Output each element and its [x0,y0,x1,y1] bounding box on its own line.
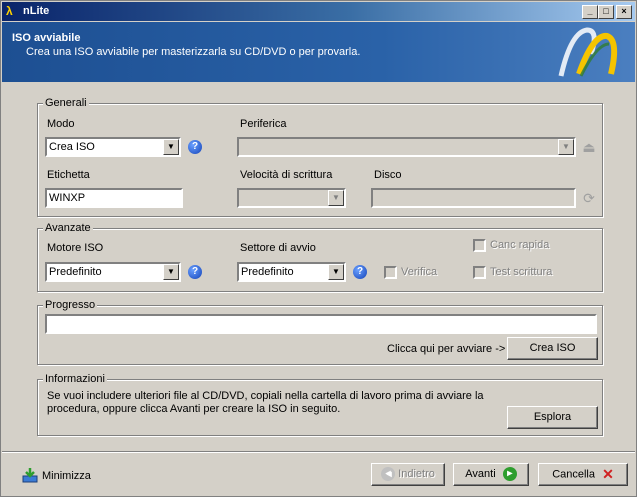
refresh-icon[interactable]: ⟳ [581,190,597,206]
back-button[interactable]: ◂ Indietro [371,463,445,486]
informazioni-legend: Informazioni [43,373,107,385]
test-scrittura-label: Test scrittura [490,266,553,278]
next-label: Avanti [465,468,496,480]
minimize-tray-icon [22,468,38,483]
window-title: nLite [23,5,50,17]
info-text: Se vuoi includere ulteriori file al CD/D… [47,390,484,415]
back-arrow-icon: ◂ [381,467,396,482]
etichetta-input[interactable]: WINXP [45,188,183,208]
close-window-button[interactable]: × [616,5,632,19]
nlite-logo [558,27,618,77]
cancel-label: Cancella [552,468,595,481]
esplora-button[interactable]: Esplora [507,406,598,429]
settore-avvio-value: Predefinito [241,266,294,278]
app-icon: λ [6,4,13,18]
disco-field [371,188,576,208]
periferica-select[interactable]: ▼ [237,137,576,157]
velocita-select[interactable]: ▼ [237,188,346,208]
cancel-button[interactable]: Cancella ✕ [538,463,628,486]
title-bar: λ nLite _ □ × [2,2,635,21]
generali-legend: Generali [43,97,89,109]
page-subtitle: Crea una ISO avviabile per masterizzarla… [26,46,361,58]
avanzate-legend: Avanzate [43,222,93,234]
etichetta-label: Etichetta [47,169,90,181]
eject-icon[interactable]: ⏏ [581,139,597,155]
help-icon[interactable]: ? [188,265,202,279]
modo-label: Modo [47,118,75,130]
verifica-checkbox[interactable] [384,266,397,279]
avanzate-group [37,228,603,292]
canc-rapida-checkbox[interactable] [473,239,486,252]
settore-avvio-select[interactable]: Predefinito ▼ [237,262,346,282]
modo-select-value: Crea ISO [49,141,95,153]
nlite-window: λ nLite _ □ × ISO avviabile Crea una ISO… [0,0,637,497]
next-button[interactable]: Avanti ▸ [453,463,529,486]
periferica-label: Periferica [240,118,287,130]
start-hint: Clicca qui per avviare -> [387,343,506,355]
footer-separator [2,451,635,453]
chevron-down-icon[interactable]: ▼ [163,139,179,155]
verifica-label: Verifica [401,266,438,278]
page-title: ISO avviabile [12,32,81,44]
modo-select[interactable]: Crea ISO ▼ [45,137,181,157]
velocita-label: Velocità di scrittura [240,169,333,181]
minimize-label: Minimizza [42,470,91,482]
crea-iso-button[interactable]: Crea ISO [507,337,598,360]
page-header: ISO avviabile Crea una ISO avviabile per… [2,22,635,82]
progress-bar [45,314,597,334]
chevron-down-icon[interactable]: ▼ [163,264,179,280]
help-icon[interactable]: ? [188,140,202,154]
cancel-x-icon: ✕ [602,466,614,482]
minimize-window-button[interactable]: _ [582,5,598,19]
chevron-down-icon[interactable]: ▼ [558,139,574,155]
help-icon[interactable]: ? [353,265,367,279]
progresso-legend: Progresso [43,299,98,311]
chevron-down-icon[interactable]: ▼ [328,190,344,206]
test-scrittura-checkbox[interactable] [473,266,486,279]
next-arrow-icon: ▸ [502,467,517,482]
maximize-window-button[interactable]: □ [598,5,614,19]
motore-iso-select[interactable]: Predefinito ▼ [45,262,181,282]
settore-avvio-label: Settore di avvio [240,242,316,254]
motore-iso-value: Predefinito [49,266,102,278]
chevron-down-icon[interactable]: ▼ [328,264,344,280]
canc-rapida-label: Canc rapida [490,239,550,251]
disco-label: Disco [374,169,402,181]
back-label: Indietro [398,468,435,480]
motore-iso-label: Motore ISO [47,242,104,254]
